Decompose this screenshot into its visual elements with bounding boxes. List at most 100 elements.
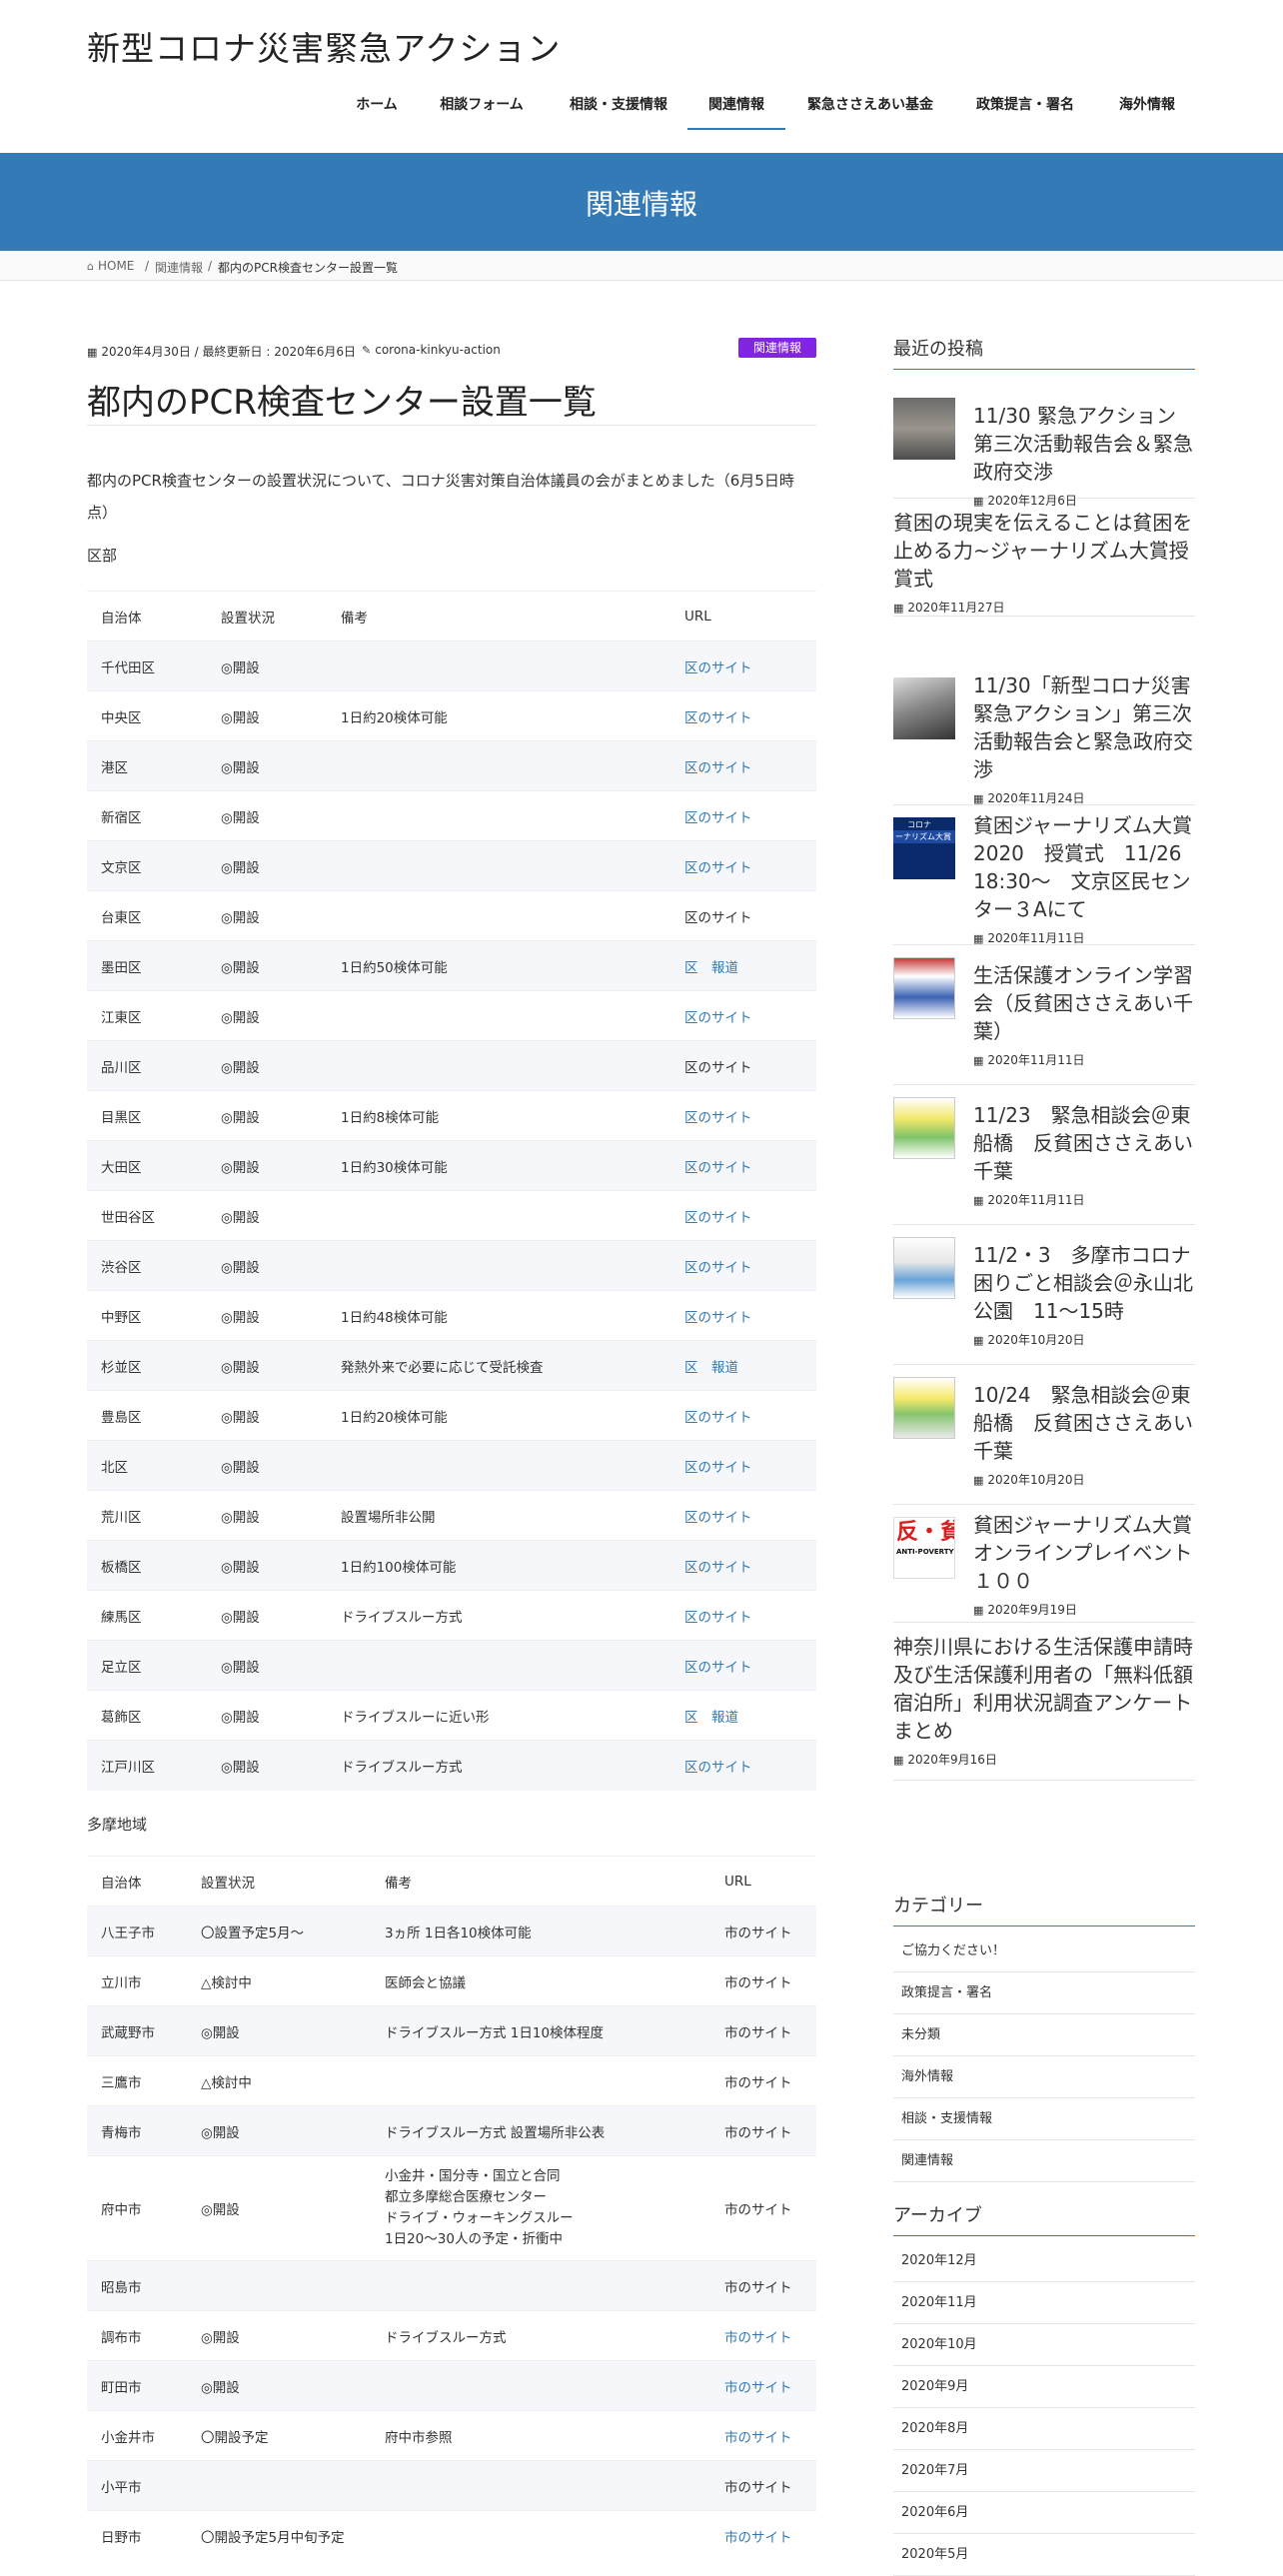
recent-post[interactable]: 生活保護オンライン学習会（反貧困ささえあい千葉） ▦ 2020年11月11日: [893, 951, 1195, 1085]
breadcrumb-home[interactable]: ⌂ HOME: [87, 259, 134, 273]
url-cell[interactable]: 区のサイト: [670, 990, 816, 1041]
url-cell[interactable]: 区のサイト: [670, 1090, 816, 1141]
municipality-cell: 足立区: [87, 1640, 207, 1691]
table-row: 荒川区 ◎開設 設置場所非公開 区のサイト: [87, 1490, 816, 1541]
url-cell[interactable]: 区のサイト: [670, 1290, 816, 1341]
nav-related-info[interactable]: 関連情報: [687, 88, 785, 130]
category-item[interactable]: 関連情報: [893, 2140, 1195, 2182]
archive-item[interactable]: 2020年7月: [893, 2450, 1195, 2492]
url-cell[interactable]: 区のサイト: [670, 1490, 816, 1541]
recent-post-title[interactable]: 11/23 緊急相談会＠東船橋 反貧困ささえあい千葉: [973, 1091, 1195, 1185]
note-cell: 1日約100検体可能: [327, 1540, 670, 1591]
archive-item[interactable]: 2020年5月: [893, 2534, 1195, 2576]
recent-post-title[interactable]: 11/30 緊急アクション第三次活動報告会＆緊急政府交渉: [973, 392, 1195, 486]
url-cell[interactable]: 区のサイト: [670, 1190, 816, 1241]
recent-post[interactable]: 反・貧 ANTI-POVERTY 貧困ジャーナリズム大賞オンラインプレイベント１…: [893, 1511, 1195, 1623]
recent-post[interactable]: 11/23 緊急相談会＠東船橋 反貧困ささえあい千葉 ▦ 2020年11月11日: [893, 1091, 1195, 1225]
table-row: 渋谷区 ◎開設 区のサイト: [87, 1240, 816, 1291]
recent-post[interactable]: 11/30「新型コロナ災害緊急アクション」第三次活動報告会と緊急政府交渉 ▦ 20…: [893, 671, 1195, 805]
post-author[interactable]: ✎ corona-kinkyu-action: [362, 343, 501, 357]
nav-support-info[interactable]: 相談・支援情報: [563, 88, 674, 130]
status-cell: ◎開設: [207, 890, 327, 941]
archive-item[interactable]: 2020年10月: [893, 2324, 1195, 2366]
nav-emergency-fund[interactable]: 緊急ささえあい基金: [804, 88, 936, 130]
category-item[interactable]: 相談・支援情報: [893, 2098, 1195, 2140]
calendar-icon: ▦: [973, 932, 984, 945]
recent-post-title[interactable]: 貧困ジャーナリズム大賞2020 授賞式 11/26 18:30～ 文京区民センタ…: [973, 811, 1195, 923]
archive-item[interactable]: 2020年11月: [893, 2282, 1195, 2324]
recent-post[interactable]: 神奈川県における生活保護申請時及び生活保護利用者の「無料低額宿泊所」利用状況調査…: [893, 1629, 1195, 1781]
category-badge[interactable]: 関連情報: [738, 338, 816, 358]
post-thumbnail[interactable]: [893, 1377, 955, 1439]
url-cell[interactable]: 区のサイト: [670, 1140, 816, 1191]
url-cell: 市のサイト: [710, 2260, 816, 2311]
url-cell[interactable]: 市のサイト: [710, 2510, 816, 2561]
recent-post-title[interactable]: 11/30「新型コロナ災害緊急アクション」第三次活動報告会と緊急政府交渉: [973, 671, 1195, 783]
recent-post[interactable]: 11/2・3 多摩市コロナ困りごと相談会＠永山北公園 11～15時 ▦ 2020年…: [893, 1231, 1195, 1365]
post-thumbnail[interactable]: [893, 1237, 955, 1299]
post-thumbnail[interactable]: コロナ ーナリズム大賞: [893, 817, 955, 879]
url-cell[interactable]: 区 報道: [670, 1690, 816, 1741]
post-thumbnail[interactable]: [893, 677, 955, 739]
url-cell[interactable]: 区のサイト: [670, 1640, 816, 1691]
category-item[interactable]: ご協力ください！: [893, 1931, 1195, 1972]
recent-post[interactable]: 10/24 緊急相談会＠東船橋 反貧困ささえあい千葉 ▦ 2020年10月20日: [893, 1371, 1195, 1505]
recent-post-title[interactable]: 10/24 緊急相談会＠東船橋 反貧困ささえあい千葉: [973, 1371, 1195, 1465]
recent-post[interactable]: 11/30 緊急アクション第三次活動報告会＆緊急政府交渉 ▦ 2020年12月6日: [893, 392, 1195, 508]
municipality-cell: 千代田区: [87, 641, 207, 691]
url-cell[interactable]: 区のサイト: [670, 790, 816, 841]
nav-policy[interactable]: 政策提言・署名: [969, 88, 1081, 130]
recent-post-title[interactable]: 貧困の現実を伝えることは貧困を止める力~ジャーナリズム大賞授賞式: [893, 505, 1195, 593]
recent-post[interactable]: 貧困の現実を伝えることは貧困を止める力~ジャーナリズム大賞授賞式 ▦ 2020年1…: [893, 505, 1195, 617]
municipality-cell: 江戸川区: [87, 1740, 207, 1791]
recent-post[interactable]: コロナ ーナリズム大賞 貧困ジャーナリズム大賞2020 授賞式 11/26 18…: [893, 811, 1195, 945]
url-cell[interactable]: 区のサイト: [670, 1740, 816, 1791]
recent-post-title[interactable]: 神奈川県における生活保護申請時及び生活保護利用者の「無料低額宿泊所」利用状況調査…: [893, 1629, 1195, 1745]
municipality-cell: 調布市: [87, 2310, 187, 2361]
post-thumbnail[interactable]: [893, 957, 955, 1019]
category-item[interactable]: 未分類: [893, 2014, 1195, 2056]
url-cell[interactable]: 区のサイト: [670, 1590, 816, 1641]
status-cell: ◎開設: [207, 641, 327, 691]
url-cell[interactable]: 区のサイト: [670, 1390, 816, 1441]
municipality-cell: 立川市: [87, 1955, 187, 2006]
table-row: 千代田区 ◎開設 区のサイト: [87, 641, 816, 691]
post-thumbnail[interactable]: [893, 1097, 955, 1159]
category-item[interactable]: 海外情報: [893, 2056, 1195, 2098]
breadcrumb-current: 都内のPCR検査センター設置一覧: [218, 261, 398, 275]
url-cell[interactable]: 区 報道: [670, 1340, 816, 1391]
url-cell[interactable]: 区のサイト: [670, 840, 816, 891]
url-cell[interactable]: 区のサイト: [670, 641, 816, 691]
nav-consult-form[interactable]: 相談フォーム: [436, 88, 528, 130]
url-cell[interactable]: 市のサイト: [710, 2410, 816, 2461]
archive-item[interactable]: 2020年6月: [893, 2492, 1195, 2534]
table-row: 足立区 ◎開設 区のサイト: [87, 1640, 816, 1691]
post-thumbnail[interactable]: 反・貧 ANTI-POVERTY: [893, 1517, 955, 1579]
column-header: 備考: [371, 1856, 710, 1907]
site-title[interactable]: 新型コロナ災害緊急アクション: [87, 22, 561, 70]
recent-post-title[interactable]: 貧困ジャーナリズム大賞オンラインプレイベント１００: [973, 1511, 1195, 1595]
table-row: 品川区 ◎開設 区のサイト: [87, 1040, 816, 1091]
url-cell[interactable]: 区のサイト: [670, 740, 816, 791]
url-cell[interactable]: 区 報道: [670, 940, 816, 991]
nav-overseas[interactable]: 海外情報: [1112, 88, 1182, 130]
category-item[interactable]: 政策提言・署名: [893, 1972, 1195, 2014]
status-cell: ◎開設: [187, 2155, 371, 2261]
archive-item[interactable]: 2020年12月: [893, 2240, 1195, 2282]
note-cell: 1日約20検体可能: [327, 690, 670, 741]
url-cell[interactable]: 区のサイト: [670, 1440, 816, 1491]
recent-post-title[interactable]: 生活保護オンライン学習会（反貧困ささえあい千葉）: [973, 951, 1195, 1045]
archive-item[interactable]: 2020年8月: [893, 2408, 1195, 2450]
url-cell[interactable]: 区のサイト: [670, 690, 816, 741]
recent-post-title[interactable]: 11/2・3 多摩市コロナ困りごと相談会＠永山北公園 11～15時: [973, 1231, 1195, 1325]
nav-home[interactable]: ホーム: [351, 88, 403, 130]
url-cell[interactable]: 市のサイト: [710, 2360, 816, 2411]
status-cell: ◎開設: [207, 1090, 327, 1141]
archive-item[interactable]: 2020年9月: [893, 2366, 1195, 2408]
url-cell[interactable]: 区のサイト: [670, 1540, 816, 1591]
url-cell[interactable]: 区のサイト: [670, 1240, 816, 1291]
post-thumbnail[interactable]: [893, 398, 955, 460]
calendar-icon: ▦: [973, 1334, 984, 1347]
url-cell[interactable]: 市のサイト: [710, 2310, 816, 2361]
breadcrumb-parent[interactable]: 関連情報: [155, 259, 203, 276]
